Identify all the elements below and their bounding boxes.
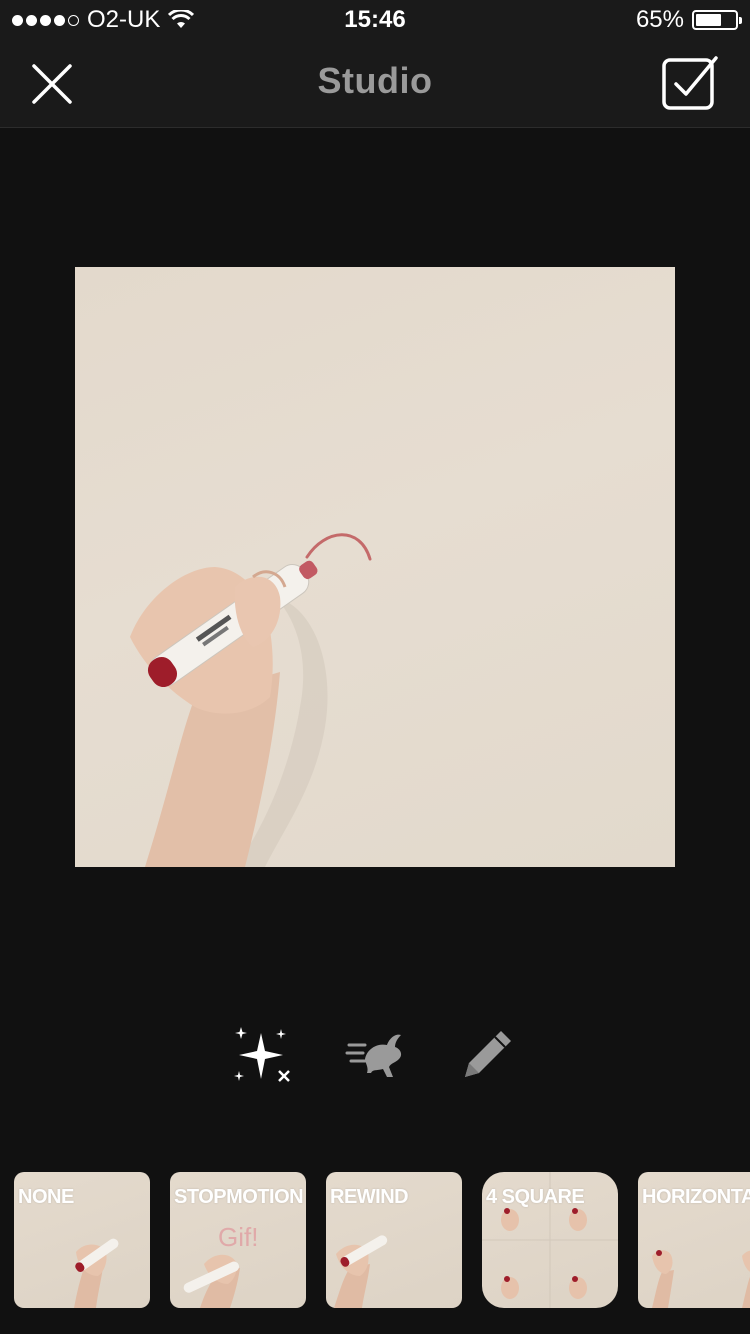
tool-bar — [0, 1020, 750, 1100]
draw-tool-button[interactable] — [452, 1020, 522, 1090]
filter-none[interactable]: NONE — [14, 1172, 150, 1308]
video-preview[interactable] — [75, 267, 675, 867]
filter-strip[interactable]: NONE Gif! STOPMOTION REWIND 4 SQUARE HOR… — [0, 1172, 750, 1312]
speed-tool-button[interactable] — [340, 1020, 410, 1090]
sparkle-icon — [234, 1027, 290, 1082]
checkbox-done-icon — [662, 56, 718, 110]
filter-label: STOPMOTION — [174, 1186, 304, 1208]
signal-strength-icon — [12, 14, 79, 26]
battery-icon — [692, 10, 742, 30]
filter-label: NONE — [18, 1186, 74, 1208]
filter-label: 4 SQUARE — [486, 1186, 585, 1208]
status-bar: O2-UK 15:46 65% — [0, 0, 750, 40]
close-icon — [32, 64, 72, 104]
page-title: Studio — [317, 60, 433, 101]
close-button[interactable] — [26, 58, 78, 110]
done-button[interactable] — [660, 54, 720, 114]
rabbit-speed-icon — [345, 1034, 402, 1077]
filter-rewind[interactable]: REWIND — [326, 1172, 462, 1308]
pencil-icon — [465, 1031, 511, 1077]
wifi-icon — [168, 10, 195, 28]
filter-label: HORIZONTAL — [642, 1186, 750, 1208]
filter-4-square[interactable]: 4 SQUARE — [482, 1172, 618, 1308]
carrier-name: O2-UK — [87, 6, 161, 33]
battery-percent: 65% — [635, 6, 684, 33]
filter-stopmotion[interactable]: Gif! STOPMOTION — [170, 1172, 306, 1308]
filter-horizontal[interactable]: HORIZONTAL — [638, 1172, 750, 1308]
filter-label: REWIND — [330, 1186, 409, 1208]
hand-with-marker-illustration — [130, 533, 372, 867]
svg-text:Gif!: Gif! — [218, 1222, 258, 1252]
status-right: 65% — [635, 6, 742, 34]
battery-fill — [696, 14, 721, 26]
nav-bar: Studio — [0, 40, 750, 128]
effects-tool-button[interactable] — [226, 1020, 296, 1090]
status-left: O2-UK — [12, 6, 195, 34]
